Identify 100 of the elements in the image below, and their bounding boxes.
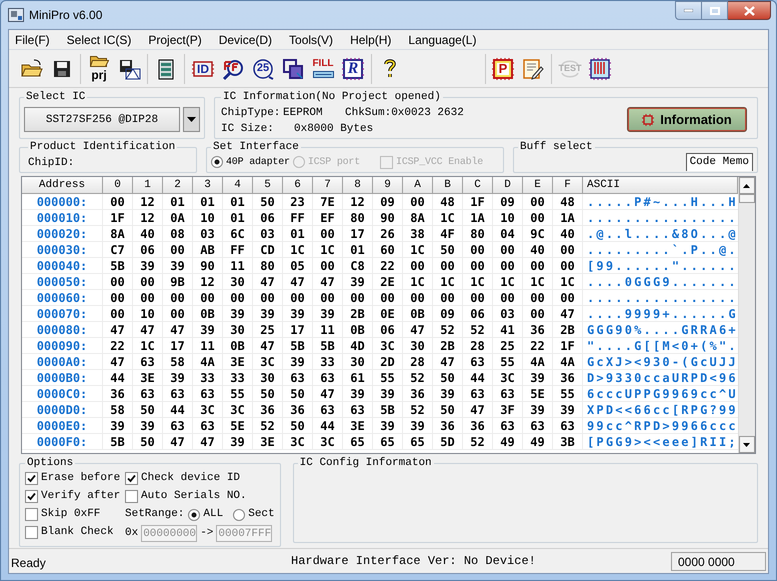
byte-cell: 1C <box>133 338 163 354</box>
toolbar-button[interactable]: FILL <box>308 54 338 84</box>
menu-item[interactable]: Project(P) <box>146 30 204 48</box>
column-header[interactable]: 0 <box>103 177 133 194</box>
dropdown-button[interactable] <box>183 107 200 132</box>
radio-button[interactable] <box>233 508 246 520</box>
column-header[interactable]: 3 <box>193 177 223 194</box>
group-label: Set Interface <box>212 140 300 155</box>
byte-cell: 30 <box>223 274 253 290</box>
menu-item[interactable]: Select IC(S) <box>64 30 134 48</box>
byte-cell: 9B <box>163 274 193 290</box>
column-header[interactable]: B <box>433 177 463 194</box>
column-header[interactable]: ASCII <box>583 177 738 194</box>
toolbar-button[interactable]: prj <box>84 54 114 84</box>
byte-cell: 3E <box>133 370 163 386</box>
caret-icon <box>187 117 196 122</box>
radio-button[interactable] <box>211 156 223 168</box>
column-header[interactable]: 7 <box>313 177 343 194</box>
byte-cell: 47 <box>313 274 343 290</box>
hardware-status-text: Hardware Interface Ver: No Device! <box>291 553 537 570</box>
byte-cell: 39 <box>523 370 553 386</box>
column-header[interactable]: 1 <box>133 177 163 194</box>
minimize-icon <box>684 9 693 12</box>
menu-item[interactable]: Help(H) <box>348 30 394 48</box>
column-header[interactable]: 6 <box>283 177 313 194</box>
byte-cell: 1F <box>463 194 493 210</box>
checkbox[interactable] <box>125 472 138 485</box>
ic-size-value: 0x8000 Bytes <box>294 122 374 137</box>
column-header[interactable]: E <box>523 177 553 194</box>
close-icon <box>744 6 754 16</box>
byte-cell: 33 <box>223 370 253 386</box>
byte-cell: 17 <box>283 322 313 338</box>
toolbar-button[interactable]: P <box>488 54 518 84</box>
byte-cell: 00 <box>553 258 583 274</box>
byte-cell: 22 <box>103 338 133 354</box>
minimize-button[interactable] <box>675 1 702 20</box>
checkbox[interactable] <box>25 472 38 485</box>
scroll-thumb[interactable] <box>738 194 755 203</box>
byte-cell: 65 <box>403 434 433 450</box>
menu-item[interactable]: Tools(V) <box>287 30 336 48</box>
column-header[interactable]: F <box>553 177 583 194</box>
byte-cell: 00 <box>163 306 193 322</box>
column-header[interactable]: D <box>493 177 523 194</box>
byte-cell: 40 <box>523 242 553 258</box>
ascii-cell: .@..l....&8O...@ <box>583 226 738 242</box>
column-header[interactable]: Address <box>22 177 103 194</box>
byte-cell: 39 <box>223 306 253 322</box>
toolbar-button[interactable]: R <box>338 54 368 84</box>
address-cell: 000000: <box>22 194 103 210</box>
group-label: Select IC <box>25 90 86 105</box>
byte-cell: 12 <box>133 210 163 226</box>
byte-cell: 8A <box>403 210 433 226</box>
radio-button[interactable] <box>188 508 200 520</box>
byte-cell: 30 <box>343 354 373 370</box>
column-header[interactable]: C <box>463 177 493 194</box>
scrollbar[interactable] <box>738 177 755 453</box>
byte-cell: 0B <box>343 322 373 338</box>
information-button[interactable]: Information <box>627 107 747 132</box>
byte-cell: 80 <box>253 258 283 274</box>
byte-cell: 47 <box>253 338 283 354</box>
column-header[interactable]: 5 <box>253 177 283 194</box>
byte-cell: 47 <box>103 322 133 338</box>
byte-cell: 63 <box>163 418 193 434</box>
column-header[interactable]: 8 <box>343 177 373 194</box>
column-header[interactable]: A <box>403 177 433 194</box>
byte-cell: 63 <box>133 354 163 370</box>
checkbox[interactable] <box>125 490 138 503</box>
scroll-down-button[interactable] <box>738 436 755 453</box>
menu-item[interactable]: Language(L) <box>406 30 478 48</box>
scroll-up-button[interactable] <box>738 177 755 194</box>
byte-cell: 05 <box>283 258 313 274</box>
byte-cell: 09 <box>493 194 523 210</box>
byte-cell: 00 <box>523 290 553 306</box>
byte-cell: 01 <box>193 194 223 210</box>
toolbar-button[interactable]: ID <box>188 54 218 84</box>
byte-cell: 00 <box>553 242 583 258</box>
byte-cell: 03 <box>193 226 223 242</box>
tab[interactable]: Code Memo <box>686 153 753 171</box>
menu-item[interactable]: Device(D) <box>216 30 274 48</box>
checkbox[interactable] <box>25 490 38 503</box>
byte-cell: 50 <box>133 402 163 418</box>
checkbox[interactable] <box>25 526 38 539</box>
maximize-button[interactable] <box>702 1 728 20</box>
close-button[interactable] <box>728 1 771 20</box>
column-header[interactable]: 4 <box>223 177 253 194</box>
byte-cell: 00 <box>103 306 133 322</box>
checkbox[interactable] <box>25 508 38 521</box>
byte-cell: 44 <box>463 370 493 386</box>
toolbar-button[interactable]: 25 <box>248 54 278 84</box>
menu-item[interactable]: File(F) <box>13 30 52 48</box>
byte-cell: 00 <box>253 290 283 306</box>
address-cell: 000040: <box>22 258 103 274</box>
byte-cell: 04 <box>493 226 523 242</box>
byte-cell: 39 <box>163 370 193 386</box>
byte-cell: 30 <box>403 338 433 354</box>
column-header[interactable]: 9 <box>373 177 403 194</box>
arrow-text: -> <box>200 526 214 542</box>
column-header[interactable]: 2 <box>163 177 193 194</box>
chip-select-button[interactable]: SST27SF256 @DIP28 <box>24 107 180 132</box>
byte-cell: 5B <box>313 338 343 354</box>
